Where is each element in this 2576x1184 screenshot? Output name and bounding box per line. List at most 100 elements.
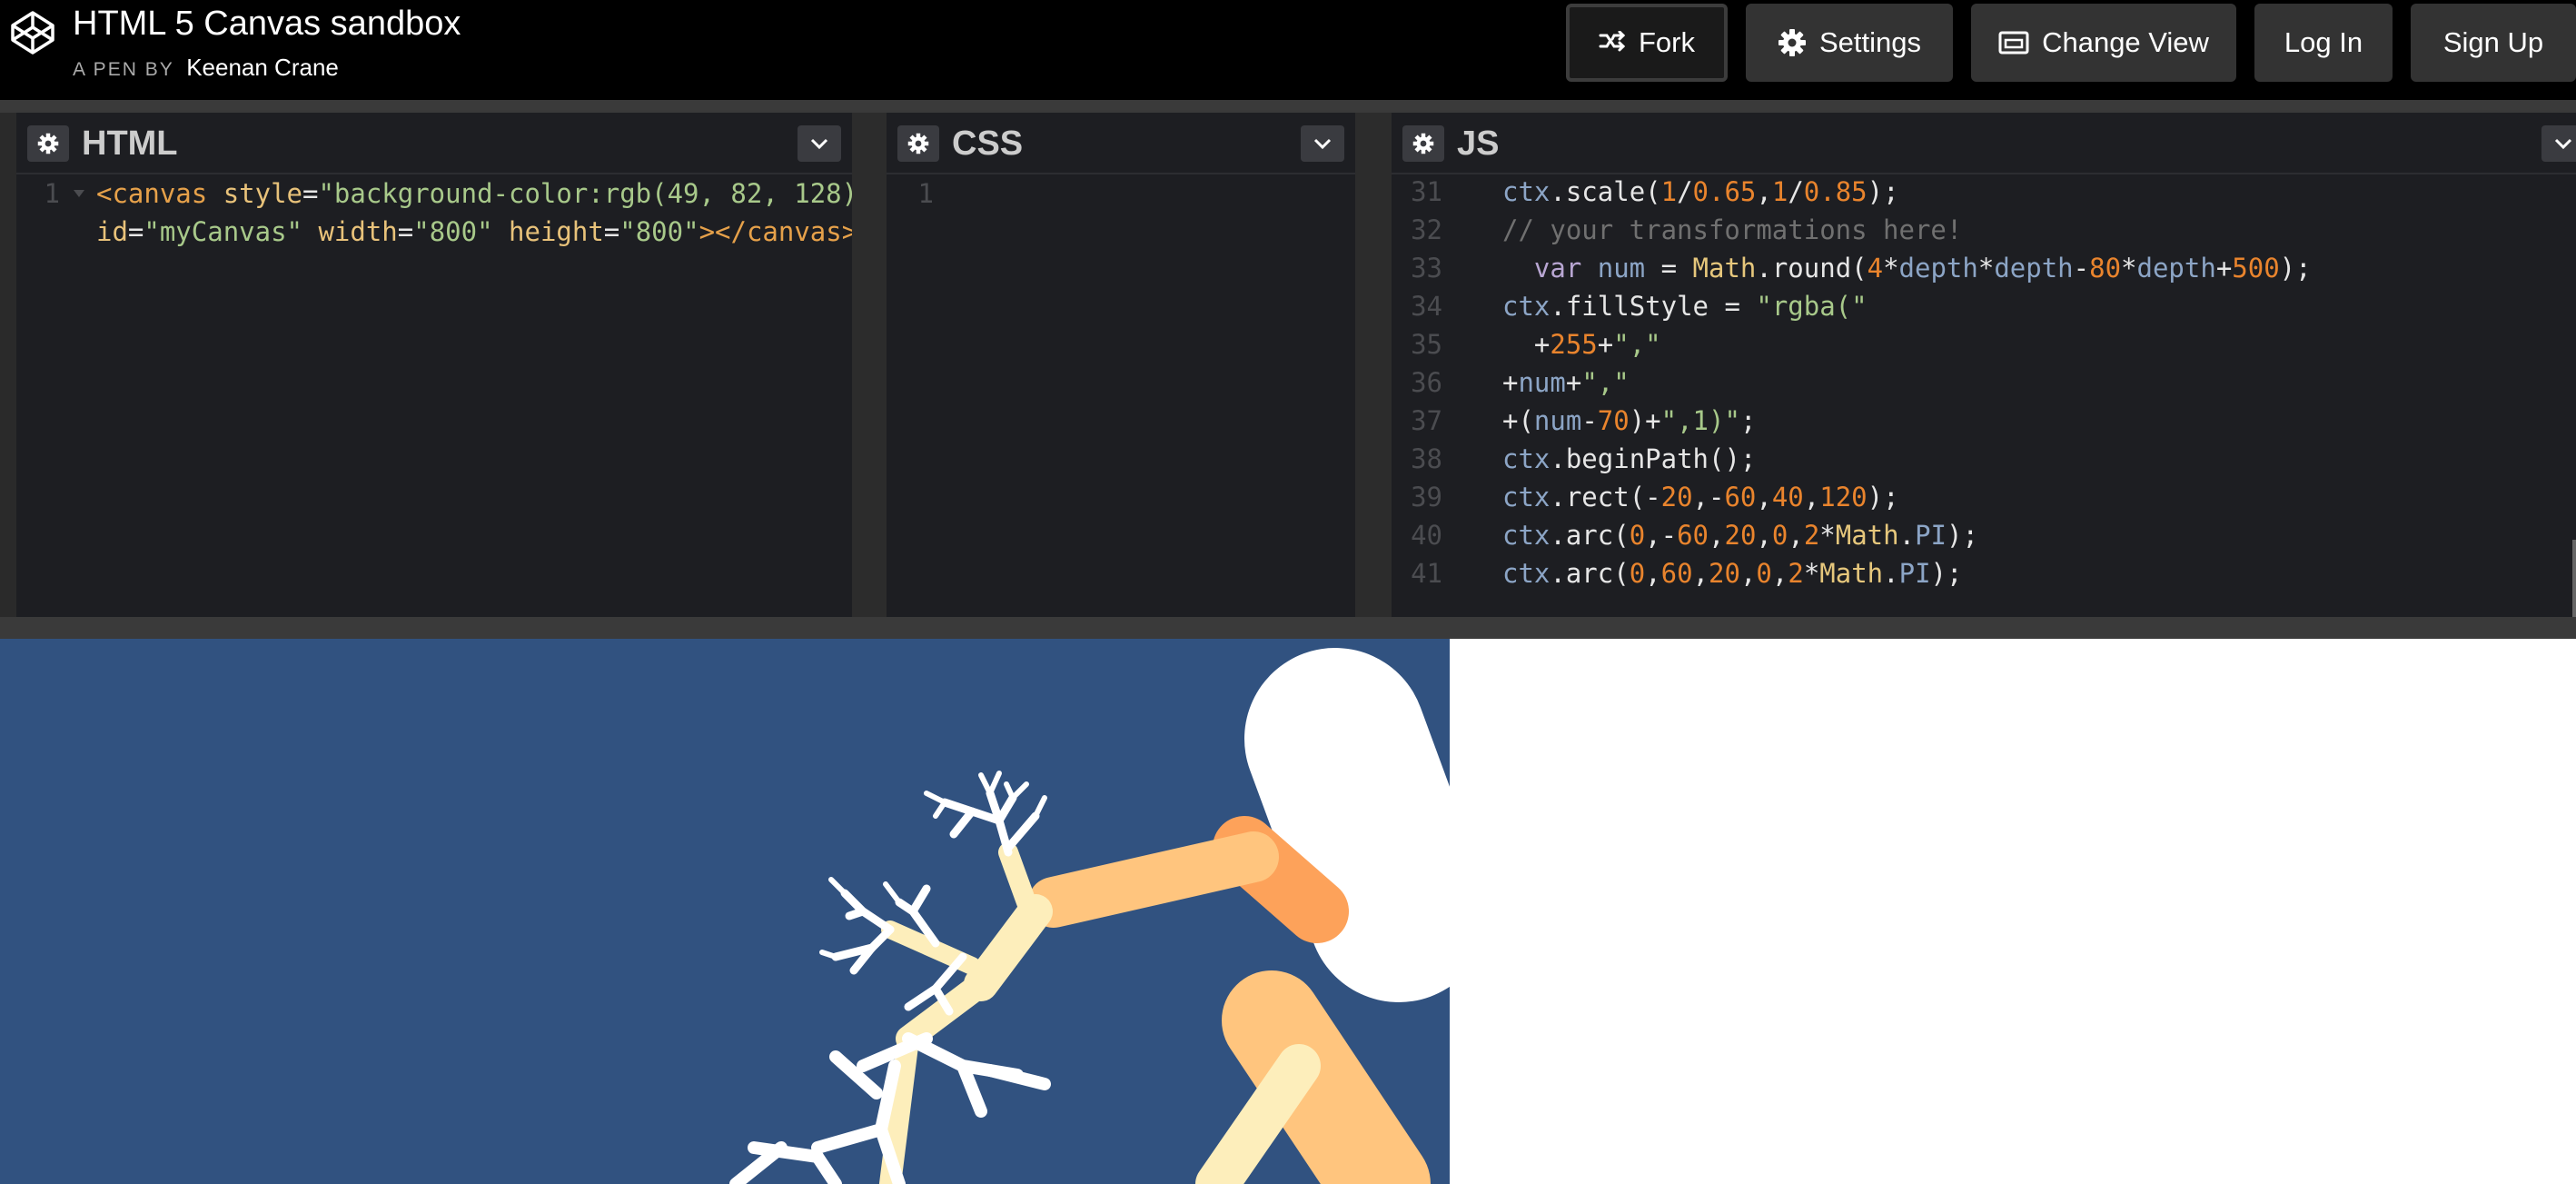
code-token: // your transformations here! (1502, 214, 1963, 245)
code-token: * (1819, 520, 1836, 551)
code-token: "rgba(" (1756, 291, 1868, 322)
line-number: 36 (1411, 367, 1442, 398)
code-line: ctx.rect(-20,-60,40,120); (1502, 478, 1899, 516)
code-token: .round( (1756, 253, 1868, 284)
pane-resizer[interactable] (852, 113, 887, 617)
code-token: + (1502, 367, 1519, 398)
css-code-editor[interactable]: 1 (887, 174, 1355, 617)
code-token: +( (1502, 405, 1534, 436)
code-token: 0.65 (1692, 176, 1757, 207)
code-token: + (1565, 367, 1582, 398)
code-token: num (1518, 367, 1566, 398)
gear-icon (1778, 29, 1806, 56)
settings-label: Settings (1818, 26, 1921, 58)
code-token: 120 (1819, 482, 1868, 512)
html-pane-header: HTML (16, 113, 852, 174)
change-view-button[interactable]: Change View (1971, 4, 2236, 82)
code-token: ,- (1692, 482, 1725, 512)
author-link[interactable]: Keenan Crane (186, 54, 339, 81)
css-pane-header: CSS (887, 113, 1355, 174)
code-token: = (603, 216, 620, 247)
code-token: )+ (1629, 405, 1661, 436)
login-button[interactable]: Log In (2254, 4, 2393, 82)
code-token: var (1533, 253, 1598, 284)
preview-area (0, 639, 2576, 1184)
css-settings-button[interactable] (897, 125, 939, 162)
pane-resizer[interactable] (1355, 113, 1392, 617)
code-token: 20 (1660, 482, 1693, 512)
signup-button[interactable]: Sign Up (2411, 4, 2576, 82)
code-token: . (1898, 520, 1916, 551)
code-token: "800" (413, 216, 493, 247)
pen-byline: A PEN BY Keenan Crane (73, 51, 339, 86)
js-code-editor[interactable]: 31 ctx.scale(1/0.65,1/0.85); 32// your tra… (1392, 176, 2576, 617)
js-settings-button[interactable] (1402, 125, 1444, 162)
line-number: 37 (1411, 405, 1442, 436)
code-token: , (1756, 482, 1772, 512)
code-token: PI (1898, 558, 1931, 589)
css-pane-menu-button[interactable] (1301, 125, 1344, 162)
code-token: 500 (2232, 253, 2280, 284)
fold-arrow-icon[interactable] (73, 189, 85, 198)
code-token: , (1739, 558, 1757, 589)
code-token: - (2073, 253, 2090, 284)
chevron-down-icon (1313, 138, 1332, 150)
code-token: ctx (1502, 482, 1551, 512)
gear-icon (1412, 133, 1434, 154)
code-token: ); (1930, 558, 1963, 589)
code-token: = (302, 178, 319, 209)
fork-button[interactable]: Fork (1566, 4, 1728, 82)
code-token: ></canvas> (698, 216, 852, 247)
settings-button[interactable]: Settings (1746, 4, 1953, 82)
code-token: , (1645, 558, 1661, 589)
tree-trunk (1244, 648, 1450, 1002)
code-token: 0 (1629, 558, 1646, 589)
code-line: id="myCanvas" width="800" height="800"><… (96, 213, 852, 251)
code-line: ctx.scale(1/0.65,1/0.85); (1502, 173, 1899, 211)
code-token: 255 (1550, 329, 1598, 360)
codepen-logo-icon[interactable] (7, 7, 58, 58)
code-token: 60 (1724, 482, 1757, 512)
code-token: 60 (1660, 558, 1693, 589)
code-token: ctx (1502, 443, 1551, 474)
css-editor-pane: CSS 1 (887, 113, 1355, 617)
code-token: "," (1613, 329, 1661, 360)
code-token: Math (1692, 253, 1757, 284)
js-scrollbar[interactable] (2572, 540, 2576, 617)
code-token: .scale( (1550, 176, 1661, 207)
code-token: + (1533, 329, 1551, 360)
js-pane-title: JS (1457, 124, 1500, 163)
code-token: depth (1898, 253, 1978, 284)
code-token: / (1788, 176, 1804, 207)
pen-title: HTML 5 Canvas sandbox (73, 5, 461, 43)
canvas-output[interactable] (0, 639, 1450, 1184)
line-number: 32 (1411, 214, 1442, 245)
code-token: , (1803, 482, 1820, 512)
html-code-editor[interactable]: 1 <canvas style="background-color:rgb(49… (16, 174, 852, 617)
code-token: ); (1867, 482, 1899, 512)
tree-branch (998, 842, 1036, 912)
tree-branch (964, 894, 1053, 1001)
code-token: - (1581, 405, 1598, 436)
js-pane-menu-button[interactable] (2541, 125, 2576, 162)
change-view-label: Change View (2042, 26, 2209, 58)
html-pane-menu-button[interactable] (798, 125, 841, 162)
code-token: ctx (1502, 520, 1551, 551)
code-token: id (96, 216, 128, 247)
code-token: 60 (1677, 520, 1709, 551)
code-token: depth (2136, 253, 2216, 284)
html-settings-button[interactable] (27, 125, 69, 162)
code-token: height (509, 216, 604, 247)
code-token: , (1709, 520, 1725, 551)
code-line: <canvas style="background-color:rgb(49, … (96, 174, 852, 213)
code-line: var num = Math.round(4*depth*depth-80*de… (1502, 249, 2312, 287)
code-token: , (1756, 176, 1772, 207)
code-line: // your transformations here! (1502, 211, 1962, 249)
code-token: . (1883, 558, 1899, 589)
code-token: * (2121, 253, 2137, 284)
code-line: ctx.arc(0,60,20,0,2*Math.PI); (1502, 554, 1962, 592)
line-number: 40 (1411, 520, 1442, 551)
editor-resize-bar[interactable] (0, 617, 2576, 639)
code-token: 0 (1756, 558, 1772, 589)
code-token: + (2215, 253, 2233, 284)
